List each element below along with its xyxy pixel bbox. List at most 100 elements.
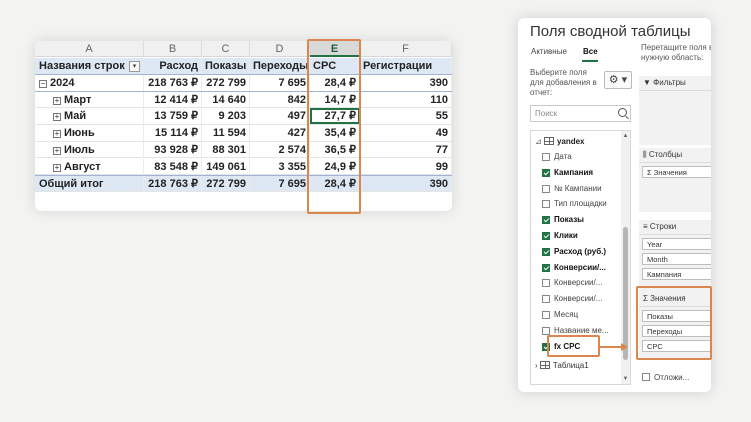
field-item[interactable]: Клики: [542, 230, 578, 242]
field-checkbox[interactable]: [542, 232, 550, 240]
cell-spend[interactable]: 15 114 ₽: [144, 125, 202, 142]
cell-spend[interactable]: 93 928 ₽: [144, 141, 202, 158]
rows-area[interactable]: ≡ Строки Year Month Кампания: [639, 220, 711, 294]
field-checkbox[interactable]: [542, 311, 550, 319]
cell-clicks[interactable]: 2 574: [250, 141, 310, 158]
cell-impressions[interactable]: 272 799: [202, 75, 250, 91]
cell-impressions[interactable]: 149 061: [202, 158, 250, 175]
cell-cpc[interactable]: 35,4 ₽: [310, 125, 360, 142]
column-header-a[interactable]: A: [35, 41, 144, 57]
tree-node-table1[interactable]: › Таблица1: [535, 361, 589, 370]
expand-icon[interactable]: +: [53, 130, 61, 139]
cell-impressions[interactable]: 9 203: [202, 108, 250, 125]
header-registrations[interactable]: Регистрации: [360, 58, 452, 74]
row-label[interactable]: + Март: [35, 91, 144, 108]
row-label[interactable]: −2024: [35, 75, 144, 91]
expand-icon[interactable]: +: [53, 113, 61, 122]
field-item[interactable]: Дата: [542, 151, 572, 163]
field-checkbox[interactable]: [542, 326, 550, 335]
columns-item-values[interactable]: Σ Значения: [642, 166, 711, 178]
column-header-e[interactable]: E: [310, 41, 360, 57]
defer-checkbox[interactable]: [642, 373, 650, 381]
cell-spend[interactable]: 218 763 ₽: [144, 75, 202, 91]
header-cpc[interactable]: CPC: [310, 58, 360, 74]
field-checkbox[interactable]: [542, 342, 550, 351]
cell-cpc[interactable]: 24,9 ₽: [310, 158, 360, 175]
grand-total-label[interactable]: Общий итог: [35, 176, 144, 192]
tab-all[interactable]: Все: [583, 47, 598, 56]
field-checkbox[interactable]: [542, 153, 550, 161]
field-checkbox[interactable]: [542, 247, 550, 256]
rows-item-campaign[interactable]: Кампания: [642, 268, 711, 280]
expand-icon[interactable]: +: [53, 146, 61, 155]
field-item[interactable]: Тип площадки: [542, 198, 607, 210]
tab-active[interactable]: Активные: [531, 47, 567, 56]
field-item[interactable]: fx CPC: [542, 341, 580, 353]
field-search-input[interactable]: Поиск: [530, 105, 631, 122]
tree-node-yandex[interactable]: ⊿ yandex: [535, 137, 585, 146]
cell-impressions[interactable]: 88 301: [202, 141, 250, 158]
cell-cpc[interactable]: 27,7 ₽: [310, 108, 360, 125]
scroll-down-arrow[interactable]: ▼: [622, 376, 629, 382]
field-checkbox[interactable]: [542, 295, 550, 304]
columns-area[interactable]: ⫼ Столбцы Σ Значения: [639, 148, 711, 212]
field-item[interactable]: Расход (руб.): [542, 246, 606, 258]
field-checkbox[interactable]: [542, 168, 550, 177]
field-item[interactable]: Конверсии/...: [542, 293, 602, 305]
row-labels-filter-dropdown[interactable]: ▾: [129, 61, 140, 72]
total-cpc[interactable]: 28,4 ₽: [310, 176, 360, 192]
expand-icon[interactable]: +: [53, 96, 61, 105]
values-item-impressions[interactable]: Показы: [642, 310, 711, 322]
filters-area[interactable]: ▼ Фильтры: [639, 76, 711, 145]
scroll-up-arrow[interactable]: ▲: [622, 133, 629, 139]
total-registrations[interactable]: 390: [360, 176, 452, 192]
total-clicks[interactable]: 7 695: [250, 176, 310, 192]
column-header-d[interactable]: D: [250, 41, 310, 57]
cell-spend[interactable]: 13 759 ₽: [144, 108, 202, 125]
row-label[interactable]: + Июнь: [35, 125, 144, 142]
cell-clicks[interactable]: 497: [250, 108, 310, 125]
field-item[interactable]: Показы: [542, 214, 584, 226]
cell-clicks[interactable]: 7 695: [250, 75, 310, 91]
collapse-icon[interactable]: −: [39, 80, 47, 88]
cell-cpc[interactable]: 14,7 ₽: [310, 91, 360, 108]
column-header-f[interactable]: F: [360, 41, 452, 57]
rows-item-year[interactable]: Year: [642, 238, 711, 250]
values-area[interactable]: Σ Значения Показы Переходы CPC: [639, 292, 711, 358]
header-clicks[interactable]: Переходы: [250, 58, 310, 74]
scroll-thumb[interactable]: [623, 227, 628, 360]
total-impressions[interactable]: 272 799: [202, 176, 250, 192]
values-item-clicks[interactable]: Переходы: [642, 325, 711, 337]
field-checkbox[interactable]: [542, 200, 550, 209]
cell-registrations[interactable]: 55: [360, 108, 452, 125]
expand-icon[interactable]: +: [53, 163, 61, 172]
field-item[interactable]: № Кампании: [542, 183, 602, 195]
field-checkbox[interactable]: [542, 184, 550, 193]
cell-impressions[interactable]: 14 640: [202, 91, 250, 108]
field-item[interactable]: Месяц: [542, 309, 578, 321]
column-header-c[interactable]: C: [202, 41, 250, 57]
cell-registrations[interactable]: 99: [360, 158, 452, 175]
cell-clicks[interactable]: 427: [250, 125, 310, 142]
cell-cpc[interactable]: 28,4 ₽: [310, 75, 360, 91]
field-item[interactable]: Конверсии/...: [542, 262, 606, 274]
cell-registrations[interactable]: 77: [360, 141, 452, 158]
row-label[interactable]: + Август: [35, 158, 144, 175]
header-spend[interactable]: Расход: [144, 58, 202, 74]
column-header-b[interactable]: B: [144, 41, 202, 57]
cell-spend[interactable]: 12 414 ₽: [144, 91, 202, 108]
cell-clicks[interactable]: 3 355: [250, 158, 310, 175]
row-label[interactable]: + Май: [35, 108, 144, 125]
cell-spend[interactable]: 83 548 ₽: [144, 158, 202, 175]
cell-cpc[interactable]: 36,5 ₽: [310, 141, 360, 158]
cell-impressions[interactable]: 11 594: [202, 125, 250, 142]
cell-registrations[interactable]: 110: [360, 91, 452, 108]
cell-registrations[interactable]: 390: [360, 75, 452, 91]
field-checkbox[interactable]: [542, 216, 550, 225]
field-checkbox[interactable]: [542, 263, 550, 272]
cell-registrations[interactable]: 49: [360, 125, 452, 142]
field-item[interactable]: Кампания: [542, 167, 593, 179]
cell-clicks[interactable]: 842: [250, 91, 310, 108]
field-item[interactable]: Конверсии/...: [542, 277, 602, 289]
header-impressions[interactable]: Показы: [202, 58, 250, 74]
